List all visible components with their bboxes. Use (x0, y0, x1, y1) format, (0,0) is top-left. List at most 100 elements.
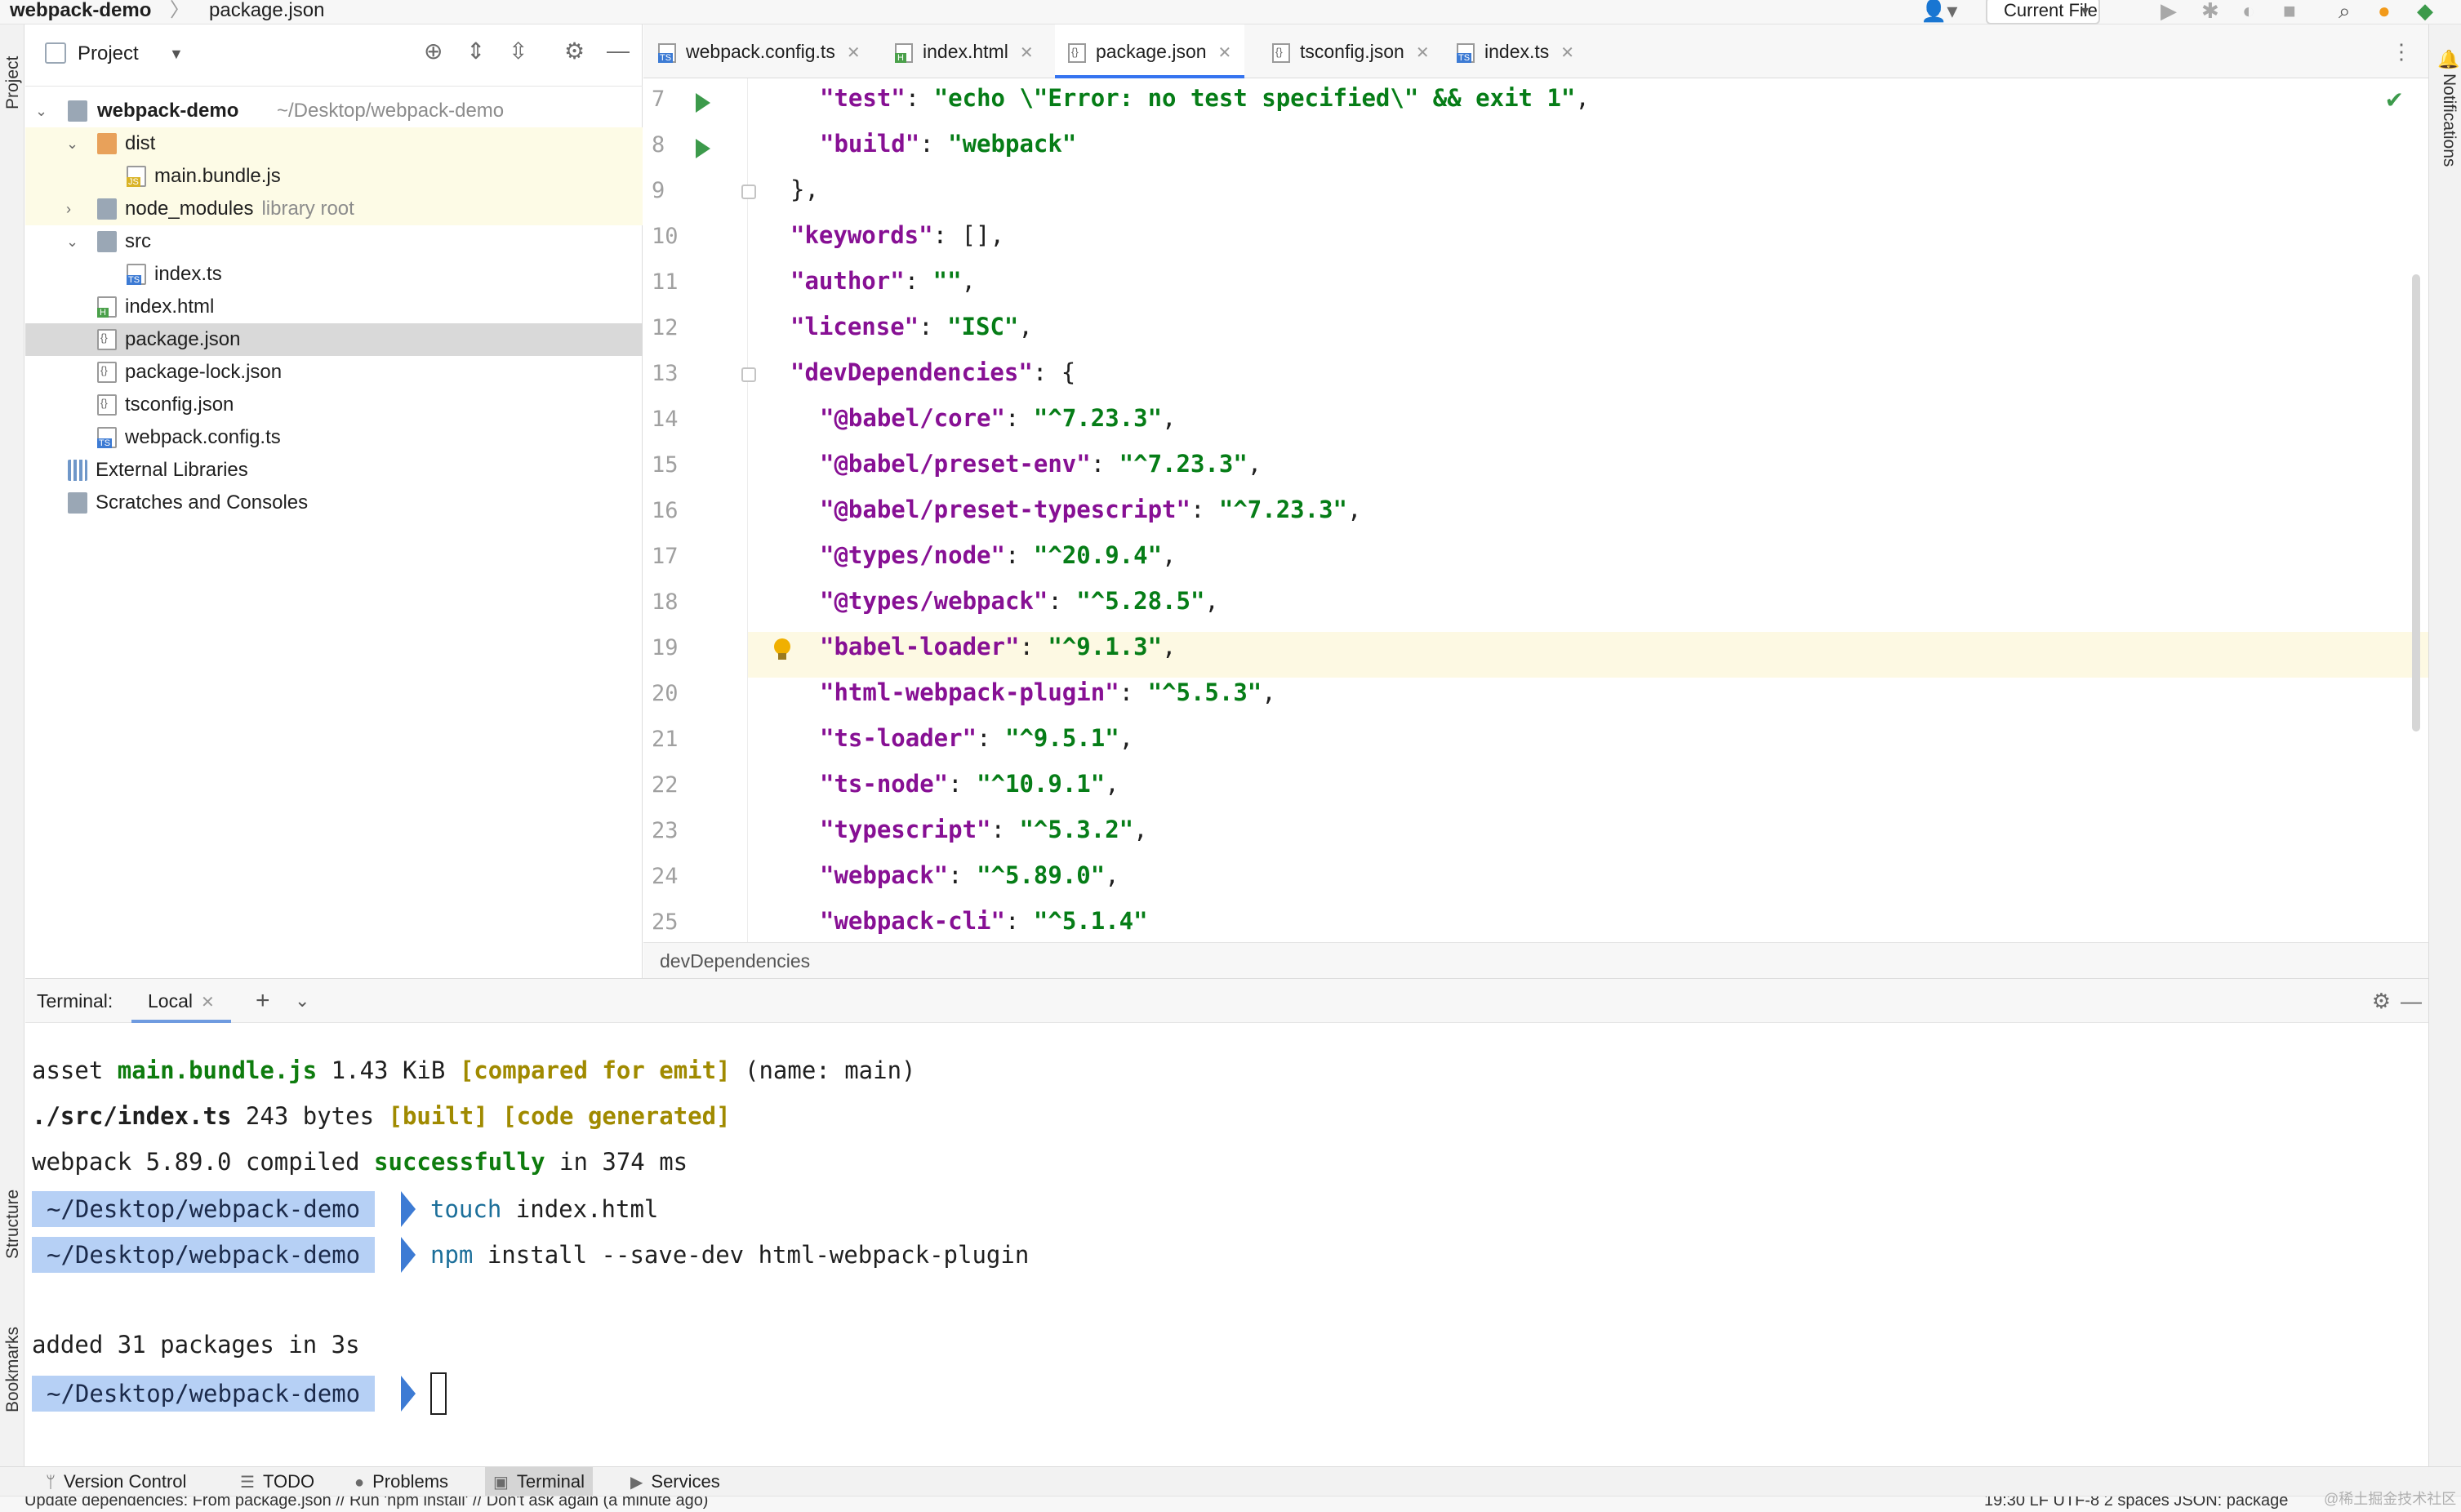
bookmarks-tool-label: Bookmarks (3, 1326, 22, 1412)
line-number: 17 (652, 544, 679, 569)
tree-row-index-html[interactable]: index.html (25, 291, 643, 323)
tab-package-json[interactable]: package.json ✕ (1055, 24, 1245, 78)
tab-tsconfig[interactable]: tsconfig.json ✕ (1272, 24, 1430, 78)
json-value: "^9.1.3" (1048, 633, 1163, 660)
stop-icon[interactable]: ■ (2283, 0, 2296, 23)
problems-button[interactable]: ● Problems (346, 1467, 456, 1496)
tree-row-package-lock[interactable]: package-lock.json (25, 356, 643, 389)
editor-breadcrumb[interactable]: devDependencies (643, 942, 2428, 978)
run-script-icon[interactable] (696, 139, 710, 158)
tree-row-root[interactable]: ⌄ webpack-demo ~/Desktop/webpack-demo (25, 95, 643, 127)
line-number: 18 (652, 589, 679, 615)
json-tail: , (1162, 633, 1177, 660)
json-key: "webpack-cli" (820, 907, 1005, 935)
user-icon[interactable]: 👤▾ (1920, 0, 1957, 23)
json-value: "^10.9.1" (977, 770, 1106, 798)
chevron-right-icon[interactable]: › (66, 193, 82, 225)
close-icon[interactable]: ✕ (1020, 44, 1034, 62)
code-editor[interactable]: 7 8 9 10 11 12 13 14 15 16 17 18 19 20 2… (643, 78, 2428, 942)
code-line: "author": "", (790, 258, 976, 304)
minimize-icon[interactable]: — (2401, 979, 2422, 1023)
json-file-icon (97, 394, 117, 416)
tree-row-main-bundle[interactable]: main.bundle.js (25, 160, 643, 193)
json-key: "ts-node" (820, 770, 949, 798)
run-icon[interactable]: ▶ (2161, 0, 2177, 23)
todo-button[interactable]: ☰ TODO (232, 1467, 323, 1496)
search-icon[interactable]: ⌕ (2339, 0, 2351, 23)
fold-icon[interactable] (741, 185, 756, 199)
editor-scrollbar[interactable] (2412, 274, 2420, 732)
tree-label: External Libraries (96, 459, 248, 481)
chevron-down-icon[interactable]: ⌄ (66, 127, 82, 160)
tree-row-dist[interactable]: ⌄ dist (25, 127, 643, 160)
chevron-down-icon[interactable]: ⌄ (66, 225, 82, 258)
json-tail: , (1119, 724, 1134, 752)
notifications-tool-label[interactable]: Notifications (2439, 73, 2459, 167)
project-view-selector[interactable]: Project (78, 42, 139, 65)
breadcrumb-project[interactable]: webpack-demo (10, 0, 151, 23)
chevron-down-icon[interactable]: ⌄ (295, 979, 309, 1023)
services-button[interactable]: ▶ Services (622, 1467, 728, 1496)
tab-webpack-config[interactable]: webpack.config.ts ✕ (658, 24, 861, 78)
line-number: 9 (652, 178, 665, 203)
out-text: 1.43 KiB (317, 1056, 460, 1084)
close-icon[interactable]: ✕ (1416, 44, 1430, 62)
version-control-button[interactable]: ᛘ Version Control (38, 1467, 194, 1496)
gear-icon[interactable]: ⚙ (564, 38, 585, 64)
tab-index-ts[interactable]: index.ts ✕ (1457, 24, 1574, 78)
json-file-icon (1272, 42, 1290, 63)
coverage-icon[interactable]: ◐ (2242, 0, 2255, 23)
tree-label: tsconfig.json (125, 394, 234, 416)
tree-row-tsconfig[interactable]: tsconfig.json (25, 389, 643, 421)
terminal-prompt: ~/Desktop/webpack-demo (32, 1191, 376, 1227)
terminal-button[interactable]: ▣ Terminal (485, 1467, 594, 1496)
code-line: "babel-loader": "^9.1.3", (820, 624, 1177, 669)
close-icon[interactable]: ✕ (1218, 44, 1232, 62)
tree-row-webpack-config[interactable]: webpack.config.ts (25, 421, 643, 454)
tree-row-package-json[interactable]: package.json (25, 323, 643, 356)
chevron-down-icon[interactable]: ⌄ (35, 95, 51, 127)
tree-row-scratches[interactable]: Scratches and Consoles (25, 487, 643, 519)
terminal-panel[interactable]: Terminal: Local ✕ + ⌄ ⚙ — asset main.bund… (25, 978, 2428, 1466)
expand-all-icon[interactable]: ⇕ (466, 38, 485, 64)
more-vertical-icon[interactable]: ⋮ (2391, 24, 2412, 78)
jetbrains-logo-icon[interactable]: ◆ (2417, 0, 2433, 23)
folder-icon (97, 198, 117, 220)
tree-row-src[interactable]: ⌄ src (25, 225, 643, 258)
close-icon[interactable]: ✕ (847, 44, 861, 62)
breadcrumb-file[interactable]: package.json (209, 0, 324, 23)
status-info[interactable]: 19:30 LF UTF-8 2 spaces JSON: package (1984, 1496, 2288, 1510)
json-key: "@babel/core" (820, 404, 1005, 432)
close-icon[interactable]: ✕ (201, 994, 215, 1012)
tab-index-html[interactable]: index.html ✕ (895, 24, 1034, 78)
status-message[interactable]: Update dependencies: From package.json /… (24, 1496, 708, 1510)
fold-icon[interactable] (741, 367, 756, 382)
run-configuration-dropdown[interactable]: Current File ▾ (1986, 0, 2100, 24)
tree-row-external-libraries[interactable]: External Libraries (25, 454, 643, 487)
library-icon (68, 460, 87, 481)
cmd-args: install --save-dev html-webpack-plugin (473, 1241, 1030, 1269)
terminal-cursor[interactable] (430, 1372, 447, 1415)
json-key: "test" (820, 84, 906, 112)
tree-row-node-modules[interactable]: › node_modules library root (25, 193, 643, 225)
code-line: "@types/webpack": "^5.28.5", (820, 578, 1219, 624)
update-icon[interactable]: ● (2378, 0, 2391, 23)
line-number: 19 (652, 635, 679, 660)
locate-icon[interactable]: ⊕ (424, 38, 443, 64)
tab-local[interactable]: Local ✕ (131, 979, 231, 1023)
run-script-icon[interactable] (696, 93, 710, 113)
new-tab-button[interactable]: + (256, 979, 270, 1023)
close-icon[interactable]: ✕ (1560, 44, 1574, 62)
tree-hint-root-path: ~/Desktop/webpack-demo (277, 100, 505, 122)
debug-icon[interactable]: ✱ (2201, 0, 2219, 23)
inspection-ok-icon[interactable]: ✔ (2385, 87, 2404, 113)
chevron-down-icon[interactable]: ▼ (169, 46, 184, 63)
code-line: "@babel/preset-typescript": "^7.23.3", (820, 487, 1361, 532)
gear-icon[interactable]: ⚙ (2372, 979, 2391, 1023)
minimize-icon[interactable]: — (607, 38, 630, 64)
lightbulb-icon[interactable] (774, 638, 790, 660)
tree-row-index-ts[interactable]: index.ts (25, 258, 643, 291)
bell-icon[interactable]: 🔔 (2437, 49, 2459, 70)
json-key: "webpack" (820, 861, 949, 889)
collapse-all-icon[interactable]: ⇳ (509, 38, 527, 64)
